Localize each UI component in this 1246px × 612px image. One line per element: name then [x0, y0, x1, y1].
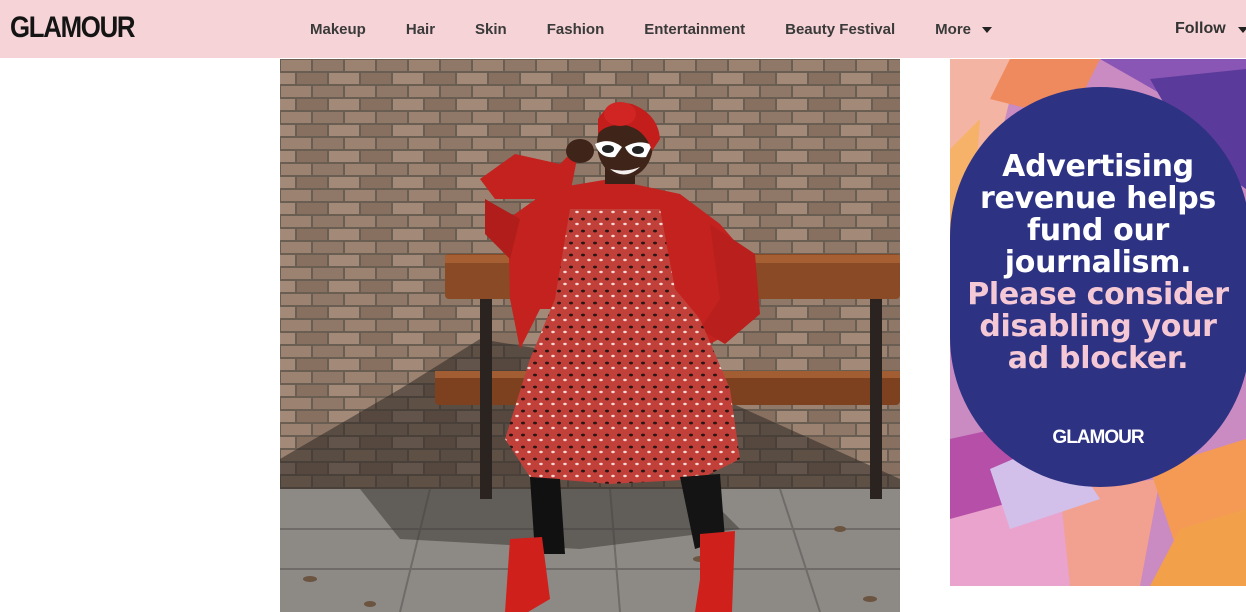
nav-item-fashion[interactable]: Fashion: [547, 21, 605, 38]
ad-message: Advertising revenue helps fund our journ…: [950, 151, 1246, 375]
site-header: GLAMOUR Makeup Hair Skin Fashion Enterta…: [0, 0, 1246, 58]
nav-item-skin[interactable]: Skin: [475, 21, 507, 38]
chevron-down-icon: [1237, 27, 1246, 33]
follow-label: Follow: [1175, 20, 1226, 37]
nav-more-label: More: [935, 20, 971, 38]
ad-line: revenue helps: [980, 181, 1216, 216]
ad-line: Please consider: [967, 277, 1229, 312]
main-nav: Makeup Hair Skin Fashion Entertainment B…: [310, 0, 992, 58]
ad-line: fund our: [1026, 213, 1170, 248]
nav-item-hair[interactable]: Hair: [406, 21, 435, 38]
ad-line: disabling your: [979, 309, 1217, 344]
ad-glamour-logo: GLAMOUR: [1052, 427, 1144, 448]
follow-menu[interactable]: Follow: [1175, 0, 1246, 58]
nav-item-beauty-festival[interactable]: Beauty Festival: [785, 21, 895, 38]
ad-line: Advertising: [1002, 149, 1194, 184]
site-logo[interactable]: GLAMOUR: [10, 11, 136, 45]
article-hero-image: [280, 59, 900, 612]
ad-blocker-banner[interactable]: Advertising revenue helps fund our journ…: [950, 59, 1246, 586]
nav-item-entertainment[interactable]: Entertainment: [644, 21, 745, 38]
ad-line: journalism.: [1004, 245, 1192, 280]
nav-more-menu[interactable]: More: [935, 21, 992, 38]
nav-item-makeup[interactable]: Makeup: [310, 21, 366, 38]
ad-line: ad blocker.: [1007, 341, 1189, 376]
chevron-down-icon: [982, 27, 992, 33]
